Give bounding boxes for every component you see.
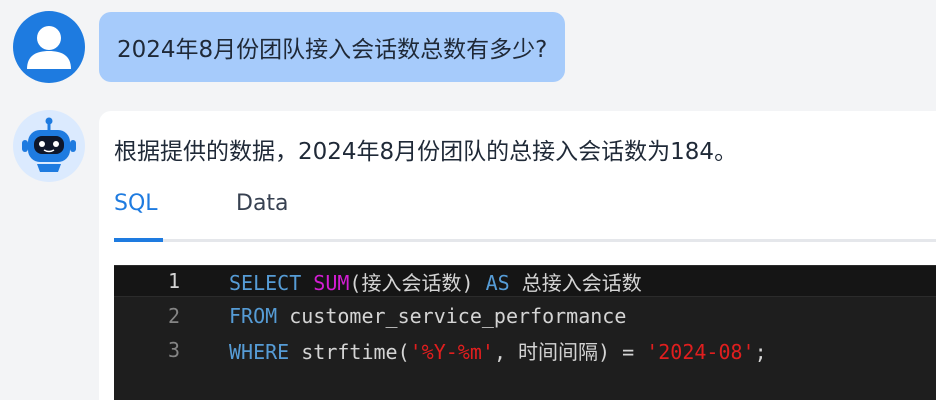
code-text: FROM customer_service_performance	[229, 304, 626, 328]
sql-keyword: WHERE	[229, 339, 290, 364]
sql-text: , 时间间隔)	[493, 339, 611, 364]
bot-answer-text: 根据提供的数据，2024年8月份团队的总接入会话数为184。	[114, 139, 738, 165]
sql-code-block[interactable]: 1 SELECT SUM(接入会话数) AS 总接入会话数 2 FROM cus…	[114, 265, 936, 400]
result-tabs: SQL Data	[114, 181, 936, 242]
sql-text: 总接入会话数	[521, 270, 642, 295]
code-line: 2 FROM customer_service_performance	[114, 300, 936, 332]
user-icon	[27, 26, 71, 69]
tab-sql[interactable]: SQL	[114, 191, 158, 216]
user-avatar	[13, 11, 85, 83]
sql-keyword: AS	[485, 270, 510, 295]
sql-text: ;	[754, 339, 767, 364]
code-text: WHERE strftime('%Y-%m', 时间间隔) = '2024-08…	[229, 336, 767, 365]
sql-text: strftime(	[301, 339, 410, 364]
user-message-text: 2024年8月份团队接入会话数总数有多少?	[117, 37, 548, 63]
line-number: 2	[167, 304, 181, 328]
sql-operator: =	[622, 339, 635, 364]
bot-response-card: 根据提供的数据，2024年8月份团队的总接入会话数为184。 SQL Data …	[99, 111, 936, 400]
user-message-bubble: 2024年8月份团队接入会话数总数有多少?	[99, 12, 566, 82]
bot-avatar	[13, 110, 85, 182]
line-number: 3	[167, 338, 181, 362]
active-tab-indicator	[114, 238, 163, 242]
robot-icon	[22, 117, 76, 172]
sql-text: (接入会话数)	[349, 270, 474, 295]
sql-string: '2024-08'	[646, 339, 755, 364]
tab-data[interactable]: Data	[236, 191, 289, 216]
line-number: 1	[167, 269, 181, 293]
code-line: 1 SELECT SUM(接入会话数) AS 总接入会话数	[114, 265, 936, 297]
sql-keyword: FROM	[229, 304, 278, 328]
code-line: 3 WHERE strftime('%Y-%m', 时间间隔) = '2024-…	[114, 334, 936, 366]
sql-function: SUM	[313, 270, 350, 295]
sql-string: '%Y-%m'	[409, 339, 494, 364]
sql-keyword: SELECT	[229, 270, 302, 295]
code-text: SELECT SUM(接入会话数) AS 总接入会话数	[229, 267, 642, 296]
sql-text: customer_service_performance	[289, 304, 627, 328]
